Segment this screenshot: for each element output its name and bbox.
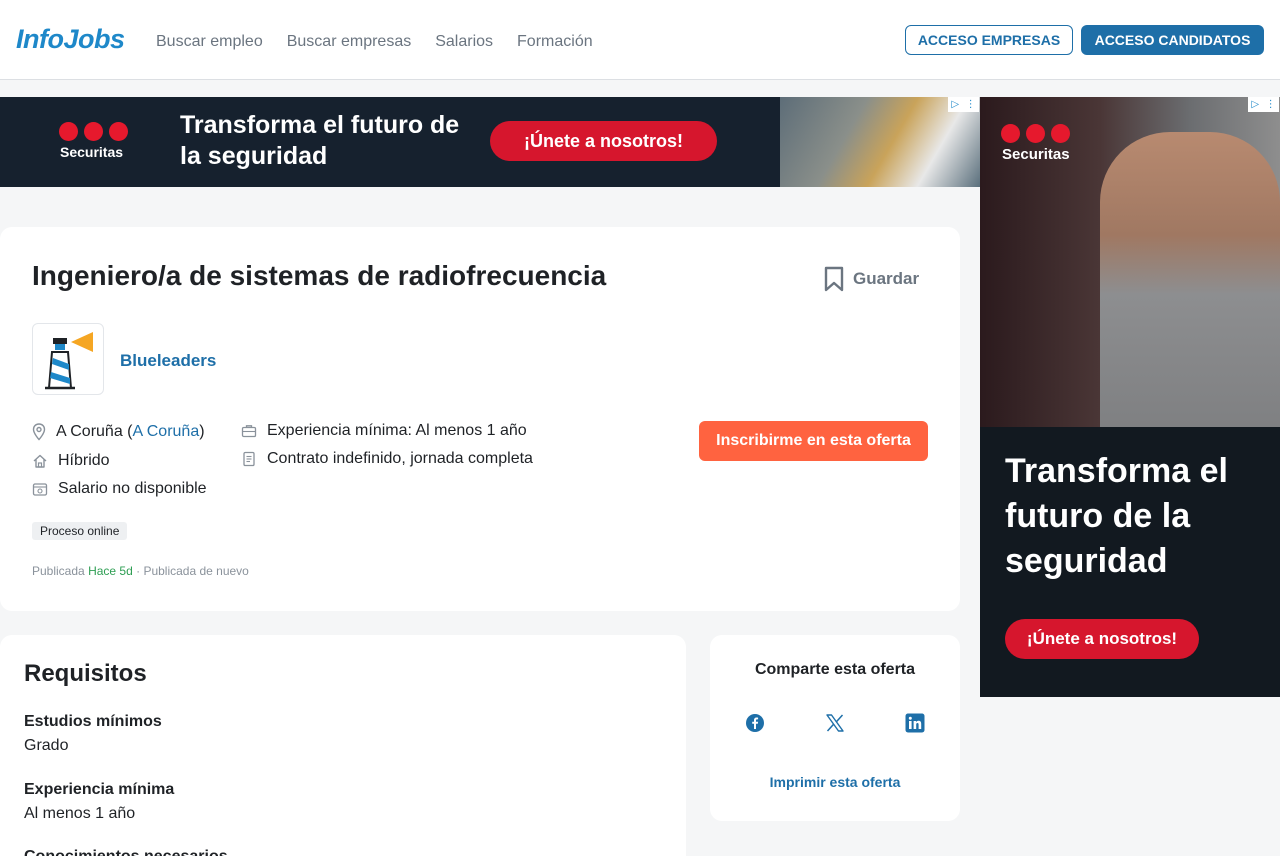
acceso-candidatos-button[interactable]: ACCESO CANDIDATOS [1081,25,1264,55]
save-button[interactable]: Guardar [823,266,919,292]
linkedin-icon[interactable] [905,713,925,733]
side-skyscraper-ad[interactable]: Securitas Transforma el futuro de la seg… [980,97,1280,697]
experience-row: Experiencia mínima: Al menos 1 año [241,422,527,440]
ad-cta-button[interactable]: ¡Únete a nosotros! [1005,619,1199,659]
work-mode-text: Híbrido [58,452,110,469]
contract-row: Contrato indefinido, jornada completa [241,450,533,468]
lighthouse-icon [45,332,93,390]
nav-buscar-empresas[interactable]: Buscar empresas [287,33,412,51]
req-value-experiencia: Al menos 1 año [24,805,136,822]
ad-cta-button[interactable]: ¡Únete a nosotros! [490,121,717,161]
salary-icon [32,483,48,496]
company-logo[interactable] [32,323,104,395]
infojobs-logo[interactable]: InfoJobs [16,24,125,55]
site-header: InfoJobs Buscar empleo Buscar empresas S… [0,0,1280,80]
province-link[interactable]: A Coruña [133,423,200,440]
process-tag: Proceso online [32,522,128,540]
req-value-estudios: Grado [24,737,69,754]
location-row: A Coruña (A Coruña) [32,423,205,441]
ad-person-image [1100,132,1280,427]
x-icon[interactable] [825,713,845,733]
location-text: A Coruña (A Coruña) [56,423,205,440]
bookmark-icon [824,266,844,292]
work-mode-row: Híbrido [32,452,110,470]
ad-headline: Transforma el futuro de la seguridad [1005,452,1228,580]
job-title: Ingeniero/a de sistemas de radiofrecuenc… [32,260,607,291]
nav-salarios[interactable]: Salarios [435,33,493,51]
facebook-icon[interactable] [745,713,765,733]
ad-brand: Securitas [60,144,124,160]
req-label-conocimientos: Conocimientos necesarios [24,848,228,856]
req-label-estudios: Estudios mínimos [24,713,162,730]
nav-buscar-empleo[interactable]: Buscar empleo [156,33,263,51]
ad-brand: Securitas [1002,146,1070,163]
briefcase-icon [241,425,257,438]
securitas-logo-dots [59,122,128,141]
contract-text: Contrato indefinido, jornada completa [267,450,533,467]
acceso-empresas-button[interactable]: ACCESO EMPRESAS [905,25,1073,55]
securitas-logo-dots [1001,124,1070,143]
share-title: Comparte esta oferta [754,661,916,678]
requirements-title: Requisitos [24,660,147,687]
top-banner-ad[interactable]: Securitas Transforma el futuro de la seg… [0,97,980,187]
req-label-experiencia: Experiencia mínima [24,781,175,798]
home-icon [33,454,47,468]
location-pin-icon [32,423,46,441]
print-offer-link[interactable]: Imprimir esta oferta [710,774,960,790]
salary-row: Salario no disponible [32,480,207,498]
salary-text: Salario no disponible [58,480,207,497]
adchoices-icon[interactable]: ▷ ⋮ [948,97,979,112]
published-info: Publicada Hace 5d · Publicada de nuevo [32,564,249,578]
published-time: Hace 5d [88,564,133,578]
experience-text: Experiencia mínima: Al menos 1 año [267,422,527,439]
ad-headline: Transforma el futuro de la seguridad [180,111,460,170]
nav-formacion[interactable]: Formación [517,33,593,51]
apply-button[interactable]: Inscribirme en esta oferta [699,421,928,461]
document-icon [243,451,255,467]
adchoices-icon[interactable]: ▷ ⋮ [1248,97,1279,112]
main-nav: Buscar empleo Buscar empresas Salarios F… [156,33,593,51]
company-link[interactable]: Blueleaders [120,351,216,371]
save-label: Guardar [853,269,920,288]
